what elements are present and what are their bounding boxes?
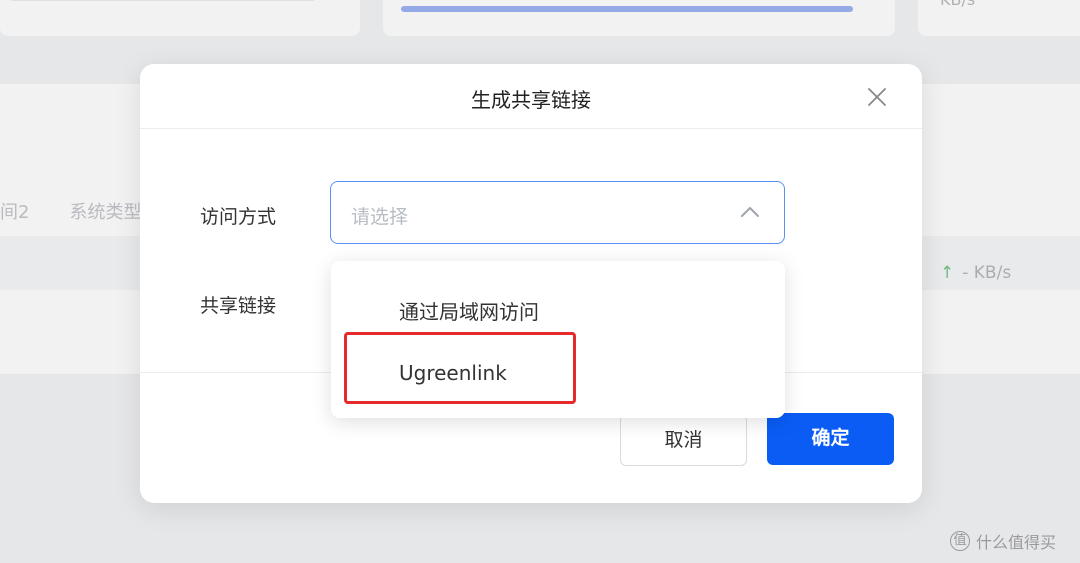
share-link-label: 共享链接 — [200, 295, 277, 317]
confirm-button[interactable]: 确定 — [767, 413, 894, 465]
dialog-title: 生成共享链接 — [471, 88, 591, 112]
watermark-logo-icon: 值 — [950, 531, 970, 551]
access-method-select[interactable]: 请选择 — [330, 181, 785, 244]
watermark: 值 什么值得买 — [950, 529, 1056, 553]
chevron-up-icon — [740, 204, 760, 218]
close-icon[interactable] — [866, 86, 888, 108]
option-lan-access[interactable]: 通过局域网访问 — [399, 296, 539, 325]
watermark-text: 什么值得买 — [976, 533, 1057, 552]
access-method-label: 访问方式 — [200, 206, 277, 228]
annotation-highlight-box — [344, 332, 576, 404]
dialog-header: 生成共享链接 — [140, 64, 922, 129]
cancel-button[interactable]: 取消 — [620, 414, 747, 466]
select-placeholder: 请选择 — [351, 206, 409, 228]
